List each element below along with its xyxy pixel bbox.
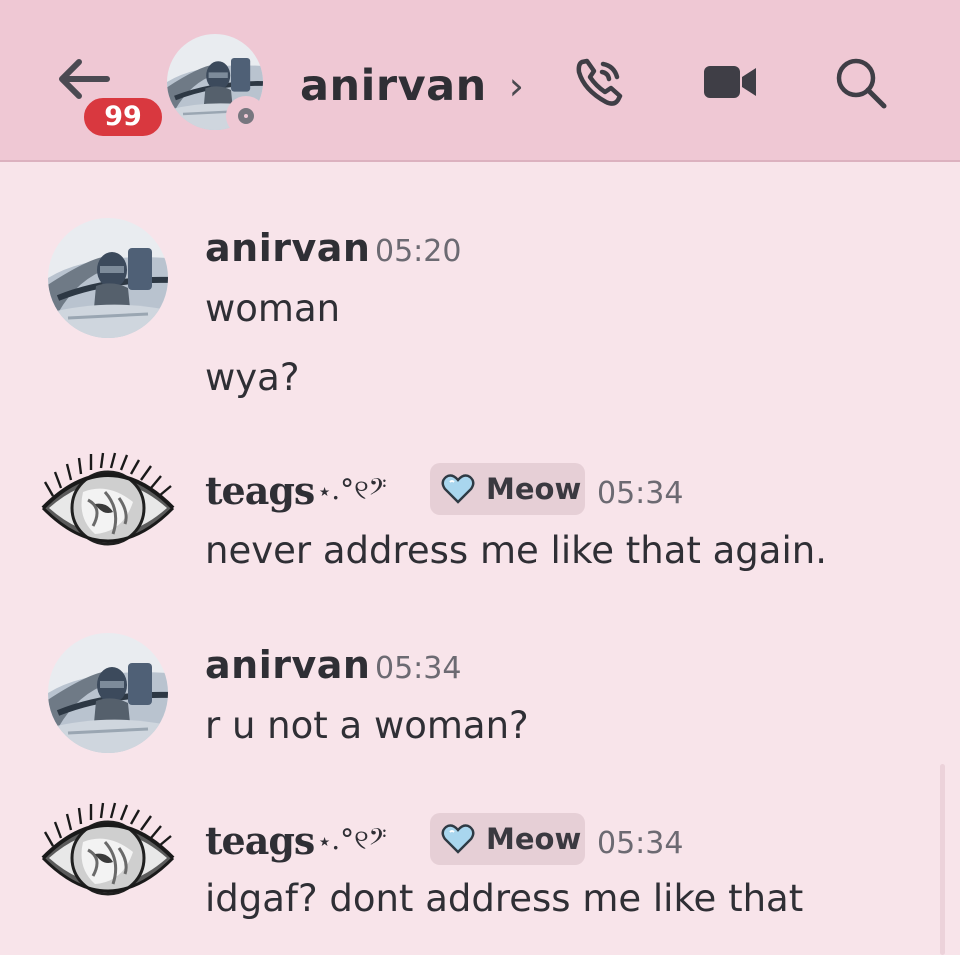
name-decoration: ⋆.°୧𝄢 (318, 473, 387, 506)
message-timestamp: 05:20 (375, 234, 462, 269)
search-icon[interactable] (830, 52, 890, 112)
chat-header: 99 anirvan › (0, 0, 960, 162)
role-tag[interactable]: Meow (430, 813, 585, 865)
message-author[interactable]: anirvan (205, 226, 370, 270)
message-text: woman (205, 287, 341, 330)
message-text: idgaf? dont address me like that (205, 877, 804, 920)
avatar[interactable] (48, 633, 168, 753)
channel-name: anirvan (300, 61, 487, 111)
heart-icon (441, 824, 475, 854)
avatar[interactable] (33, 452, 183, 564)
name-decoration: ⋆.°୧𝄢 (318, 823, 387, 856)
message-text: r u not a woman? (205, 704, 529, 747)
avatar[interactable] (33, 802, 183, 914)
role-tag[interactable]: Meow (430, 463, 585, 515)
video-camera-icon[interactable] (700, 52, 760, 112)
message-author[interactable]: teags (205, 818, 315, 863)
message-timestamp: 05:34 (597, 826, 684, 861)
chevron-right-icon: › (508, 64, 525, 108)
message-author[interactable]: anirvan (205, 643, 370, 687)
heart-icon (441, 474, 475, 504)
message-author[interactable]: teags (205, 468, 315, 513)
scrollbar[interactable] (940, 764, 945, 955)
message-text: wya? (205, 356, 300, 399)
role-tag-label: Meow (486, 472, 582, 506)
phone-call-icon[interactable] (570, 52, 630, 112)
unread-count-badge: 99 (80, 94, 166, 140)
message-text: never address me like that again. (205, 529, 827, 572)
channel-title[interactable]: anirvan › (300, 56, 524, 116)
role-tag-label: Meow (486, 822, 582, 856)
message-timestamp: 05:34 (597, 476, 684, 511)
avatar[interactable] (48, 218, 168, 338)
offline-status-icon (226, 96, 266, 136)
message-timestamp: 05:34 (375, 651, 462, 686)
